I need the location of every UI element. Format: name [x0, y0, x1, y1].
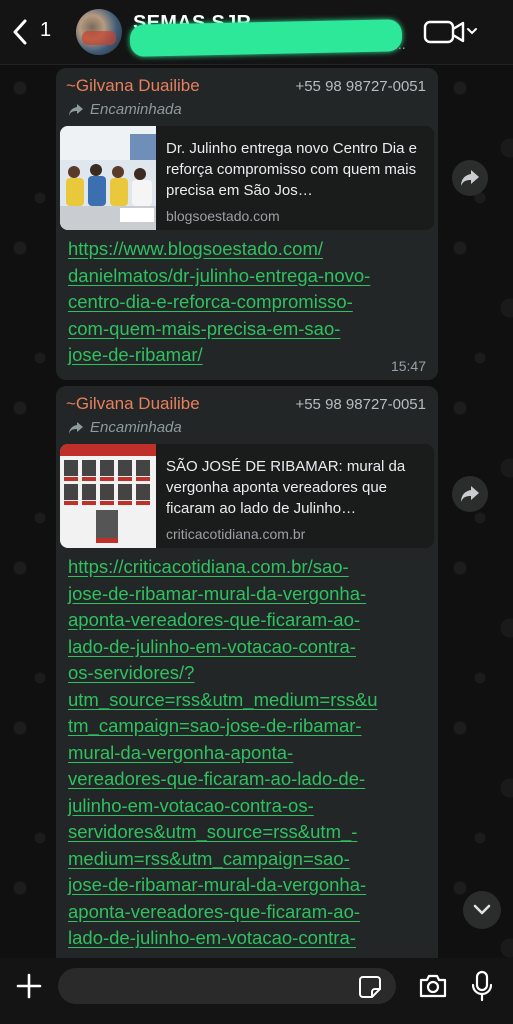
scroll-to-bottom-button[interactable] — [463, 891, 501, 929]
forwarded-arrow-icon — [69, 421, 83, 434]
forwarded-label: Encaminhada — [68, 101, 182, 118]
link-preview[interactable]: Dr. Julinho entrega novo Centro Dia e re… — [60, 126, 434, 230]
message-link[interactable]: https://www.blogsoestado.com/ danielmato… — [68, 236, 434, 369]
preview-title: SÃO JOSÉ DE RIBAMAR: mural da vergonha a… — [166, 458, 406, 517]
share-icon — [461, 170, 479, 186]
sender-name[interactable]: ~Gilvana Duailibe — [66, 394, 200, 414]
group-avatar[interactable] — [76, 9, 122, 55]
forwarded-label: Encaminhada — [68, 419, 182, 436]
chevron-down-icon — [473, 904, 491, 915]
redaction-mark — [129, 19, 403, 57]
preview-domain: blogsoestado.com — [166, 208, 280, 224]
message-bubble[interactable]: ~Gilvana Duailibe +55 98 98727-0051 Enca… — [56, 386, 438, 966]
share-icon — [461, 486, 479, 502]
chat-header: 1 SEMAS SJR ... — [0, 0, 513, 65]
forward-message-button[interactable] — [452, 160, 488, 196]
back-chevron-icon — [13, 19, 27, 45]
forwarded-arrow-icon — [69, 103, 83, 116]
sender-phone: +55 98 98727-0051 — [295, 78, 426, 95]
message-link[interactable]: https://criticacotidiana.com.br/sao- jos… — [68, 554, 434, 952]
sender-name[interactable]: ~Gilvana Duailibe — [66, 76, 200, 96]
unread-count: 1 — [40, 19, 52, 41]
preview-title: Dr. Julinho entrega novo Centro Dia e re… — [166, 140, 417, 199]
microphone-icon[interactable] — [472, 970, 492, 1002]
camera-icon[interactable] — [418, 973, 448, 999]
forwarded-text: Encaminhada — [90, 101, 182, 118]
forwarded-text: Encaminhada — [90, 419, 182, 436]
group-members-ellipsis: ... — [394, 36, 406, 52]
preview-thumbnail — [60, 126, 156, 230]
link-preview[interactable]: SÃO JOSÉ DE RIBAMAR: mural da vergonha a… — [60, 444, 434, 548]
sender-phone: +55 98 98727-0051 — [295, 396, 426, 413]
video-call-icon — [423, 20, 477, 44]
plus-icon[interactable] — [14, 971, 44, 1001]
forward-message-button[interactable] — [452, 476, 488, 512]
sticker-icon[interactable] — [358, 975, 382, 999]
video-call-button[interactable] — [423, 18, 479, 46]
message-input[interactable] — [58, 968, 396, 1004]
message-bubble[interactable]: ~Gilvana Duailibe +55 98 98727-0051 Enca… — [56, 68, 438, 380]
preview-thumbnail — [60, 444, 156, 548]
message-time: 15:47 — [390, 358, 426, 374]
message-composer — [0, 958, 513, 1024]
preview-domain: criticacotidiana.com.br — [166, 526, 306, 542]
